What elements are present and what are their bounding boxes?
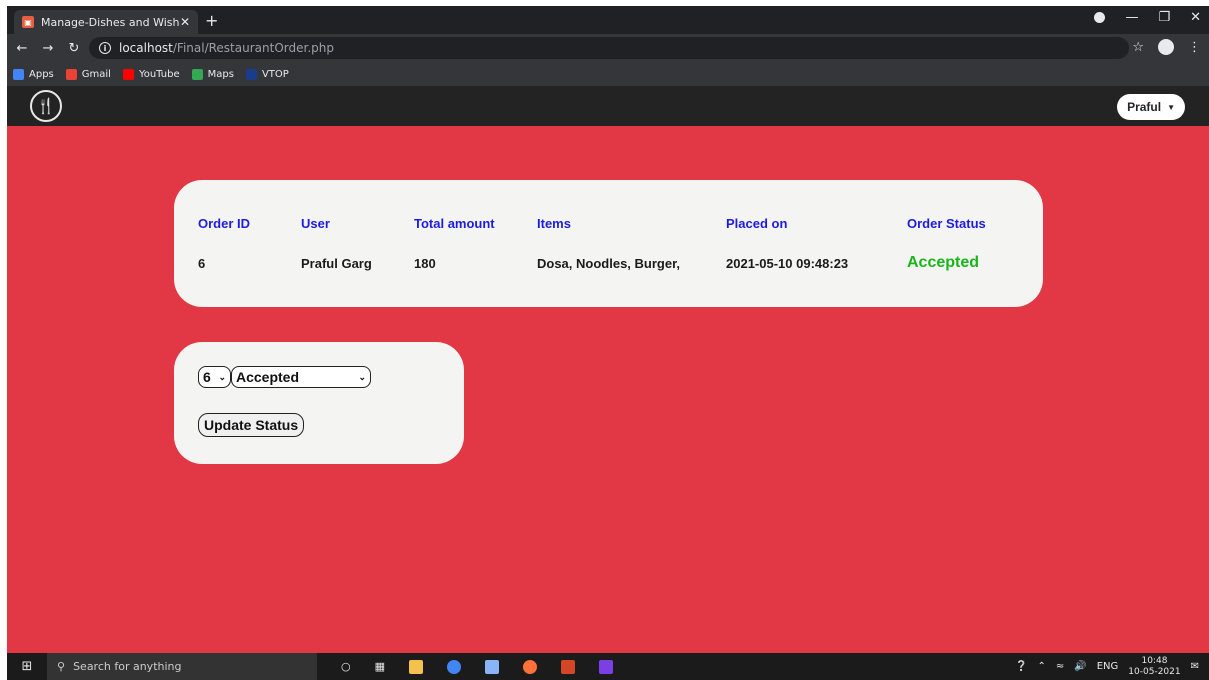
site-info-icon[interactable]: i	[99, 42, 111, 54]
youtube-icon	[122, 68, 134, 80]
search-icon: ⚲	[57, 660, 66, 673]
tray-expand-icon[interactable]: ⌃	[1038, 661, 1046, 672]
browser-tab[interactable]: ▣ Manage-Dishes and Wishes ✕	[14, 10, 198, 34]
profile-icon[interactable]	[1094, 12, 1106, 23]
taskbar-apps: ○ ▦	[341, 659, 614, 674]
tab-title: Manage-Dishes and Wishes	[41, 15, 180, 29]
minimize-icon[interactable]: —	[1125, 10, 1138, 25]
cell-total-amount: 180	[414, 256, 436, 271]
toolbar-right: ☆ ⋮	[1132, 39, 1201, 55]
new-tab-icon[interactable]: +	[205, 11, 218, 30]
reload-icon[interactable]: ↻	[63, 41, 85, 56]
purple-app-icon[interactable]	[599, 659, 614, 674]
user-dropdown-button[interactable]: Praful ▼	[1117, 94, 1185, 120]
url-path: /Final/RestaurantOrder.php	[172, 41, 334, 55]
site-navbar: 🍴 Praful ▼	[7, 86, 1209, 126]
back-icon[interactable]: ←	[11, 41, 33, 56]
window-controls: — ❐ ✕	[1094, 10, 1201, 25]
address-bar[interactable]: i localhost /Final/RestaurantOrder.php	[89, 37, 1129, 59]
chevron-down-icon: ⌄	[218, 371, 226, 382]
cortana-icon[interactable]: ○	[341, 660, 351, 673]
orders-card: Order ID User Total amount Items Placed …	[174, 180, 1043, 307]
windows-taskbar: ⊞ ⚲ Search for anything ○ ▦ ❔ ⌃ ≈ 🔊 ENG …	[7, 653, 1209, 680]
account-icon[interactable]	[1158, 39, 1174, 55]
firefox-icon[interactable]	[523, 659, 538, 674]
chevron-down-icon: ⌄	[358, 371, 366, 382]
vtop-icon	[245, 68, 257, 80]
taskbar-search-placeholder: Search for anything	[73, 660, 182, 673]
header-items: Items	[537, 216, 571, 231]
header-user: User	[301, 216, 330, 231]
status-select-value: Accepted	[236, 369, 300, 385]
system-tray: ❔ ⌃ ≈ 🔊 ENG 10:48 10-05-2021 ✉	[1015, 653, 1199, 680]
cell-items: Dosa, Noodles, Burger,	[537, 256, 681, 271]
clock-time: 10:48	[1141, 655, 1168, 666]
bookmark-youtube[interactable]: YouTube	[122, 68, 180, 80]
bookmark-maps[interactable]: Maps	[191, 68, 234, 80]
update-status-button[interactable]: Update Status	[198, 413, 305, 437]
network-icon[interactable]: ≈	[1056, 661, 1064, 672]
bookmarks-bar: Apps Gmail YouTube Maps VTOP	[7, 62, 1209, 86]
browser-toolbar: ← → ↻ i localhost /Final/RestaurantOrder…	[7, 34, 1209, 62]
app-icon[interactable]	[485, 659, 500, 674]
header-order-status: Order Status	[907, 216, 986, 231]
menu-dots-icon[interactable]: ⋮	[1188, 40, 1201, 55]
url-host: localhost	[119, 41, 173, 55]
powerpoint-icon[interactable]	[561, 659, 576, 674]
header-order-id: Order ID	[198, 216, 251, 231]
user-name: Praful	[1127, 100, 1162, 114]
bookmark-gmail[interactable]: Gmail	[65, 68, 111, 80]
screen: ▣ Manage-Dishes and Wishes ✕ + — ❐ ✕ ← →…	[7, 6, 1209, 680]
cell-placed-on: 2021-05-10 09:48:23	[726, 256, 849, 271]
language-indicator[interactable]: ENG	[1097, 661, 1119, 672]
status-select[interactable]: Accepted ⌄	[231, 366, 371, 388]
volume-icon[interactable]: 🔊	[1074, 661, 1086, 672]
taskbar-search[interactable]: ⚲ Search for anything	[47, 653, 317, 680]
file-explorer-icon[interactable]	[409, 659, 424, 674]
forward-icon[interactable]: →	[37, 41, 59, 56]
clock-date: 10-05-2021	[1128, 666, 1181, 677]
gmail-icon	[65, 68, 77, 80]
cell-order-status: Accepted	[907, 254, 980, 271]
page-content: 🍴 Praful ▼ Order ID User Total amount It…	[7, 86, 1209, 653]
caret-down-icon: ▼	[1167, 102, 1175, 112]
bookmark-apps[interactable]: Apps	[13, 68, 54, 80]
order-id-select-value: 6	[203, 369, 211, 385]
cell-order-id: 6	[198, 256, 206, 271]
notifications-icon[interactable]: ✉	[1191, 661, 1199, 672]
chrome-icon[interactable]	[447, 659, 462, 674]
task-view-icon[interactable]: ▦	[375, 660, 385, 673]
close-window-icon[interactable]: ✕	[1190, 10, 1201, 25]
bookmark-vtop[interactable]: VTOP	[245, 68, 289, 80]
clock[interactable]: 10:48 10-05-2021	[1128, 656, 1180, 678]
windows-start-icon[interactable]: ⊞	[7, 659, 47, 674]
bookmark-star-icon[interactable]: ☆	[1132, 40, 1144, 55]
apps-icon	[13, 68, 24, 80]
restaurant-logo-icon[interactable]: 🍴	[30, 90, 62, 122]
cell-user: Praful Garg	[301, 256, 372, 271]
site-favicon-icon: ▣	[22, 16, 34, 28]
header-total-amount: Total amount	[414, 216, 495, 231]
header-placed-on: Placed on	[726, 216, 788, 231]
update-status-card: 6 ⌄ Accepted ⌄ Update Status	[174, 342, 464, 464]
restore-icon[interactable]: ❐	[1158, 10, 1170, 25]
order-id-select[interactable]: 6 ⌄	[198, 366, 231, 388]
close-tab-icon[interactable]: ✕	[180, 15, 190, 29]
help-icon[interactable]: ❔	[1015, 661, 1027, 672]
maps-icon	[191, 68, 203, 80]
tab-strip: ▣ Manage-Dishes and Wishes ✕ + — ❐ ✕	[7, 6, 1209, 34]
